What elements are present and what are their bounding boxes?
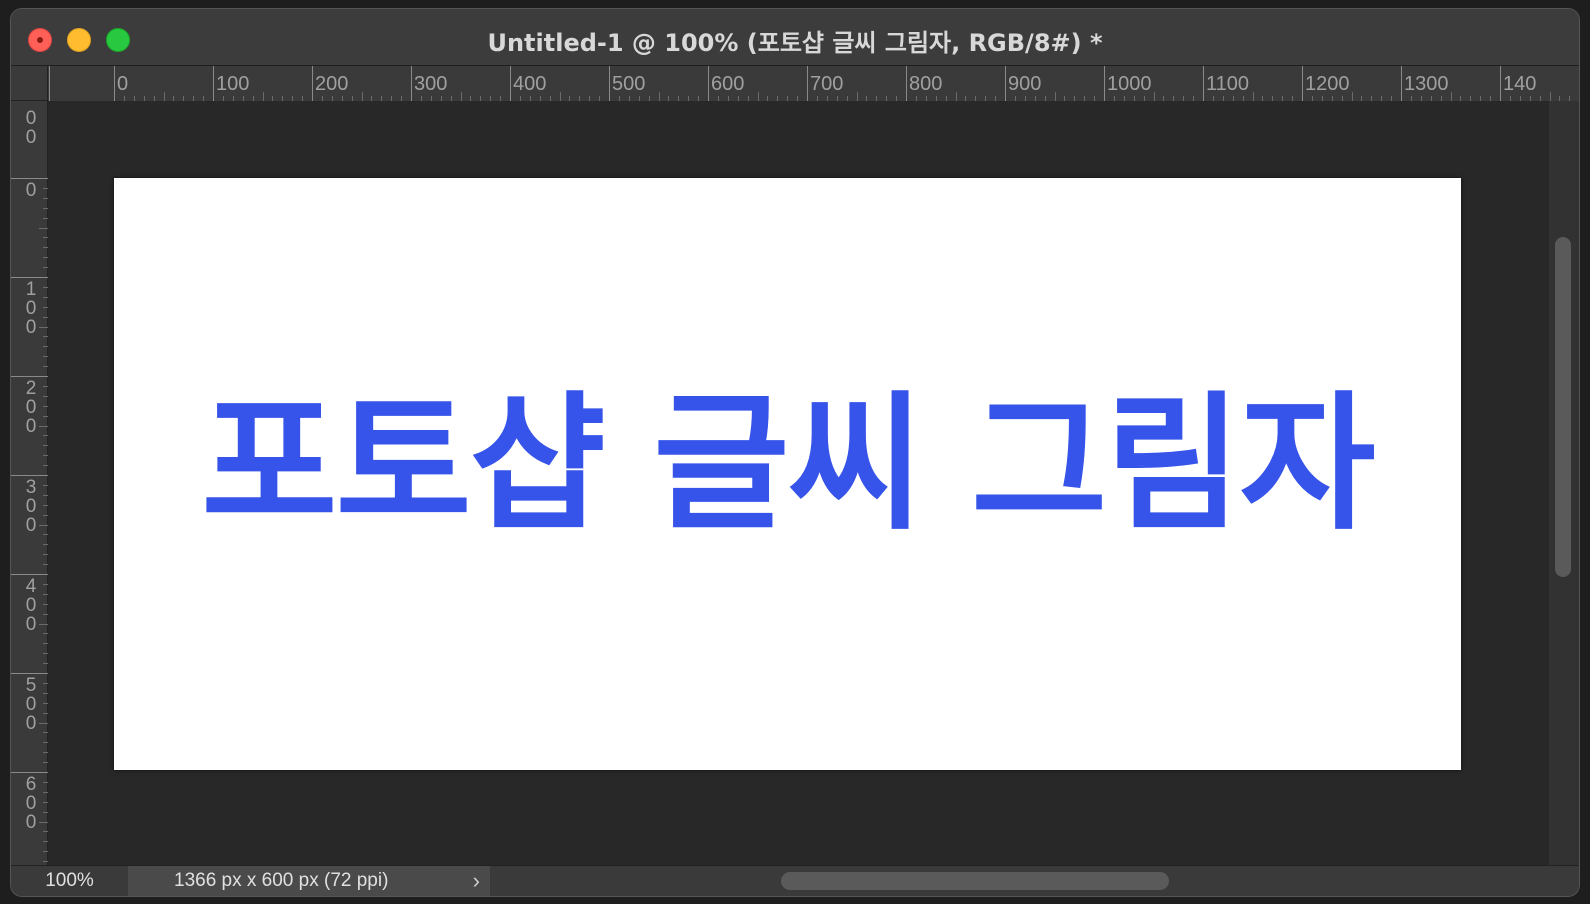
ruler-minor-tick [460,92,462,101]
ruler-minor-tick [39,623,48,625]
ruler-minor-tick [39,227,48,229]
ruler-major-tick [1104,66,1105,101]
ruler-minor-tick [39,425,48,427]
ruler-minor-tick [39,524,48,526]
ruler-major-tick [49,66,50,101]
ruler-label: 900 [1008,73,1042,95]
ruler-label: 1200 [1305,73,1350,95]
zoom-level[interactable]: 100% [11,866,128,896]
ruler-minor-tick [1579,96,1580,101]
ruler-label: 00 [25,108,37,148]
ruler-label: 1000 [1107,73,1152,95]
ruler-label: 400 [25,576,37,635]
ruler-label: 100 [216,73,250,95]
ruler-major-tick [906,66,907,101]
ruler-major-tick [11,376,48,377]
ruler-minor-tick [163,92,165,101]
ruler-label: 800 [909,73,943,95]
ruler-major-tick [213,66,214,101]
ruler-minor-tick [955,92,957,101]
ruler-major-tick [11,772,48,773]
ruler-major-tick [411,66,412,101]
ruler-major-tick [1203,66,1204,101]
ruler-minor-tick [1153,92,1155,101]
ruler-major-tick [11,475,48,476]
status-bar: 100% 1366 px x 600 px (72 ppi) › [11,865,1579,896]
ruler-label: 1300 [1404,73,1449,95]
ruler-major-tick [11,277,48,278]
ruler-minor-tick [1054,92,1056,101]
ruler-major-tick [1302,66,1303,101]
ruler-minor-tick [39,326,48,328]
horizontal-scrollbar[interactable] [491,866,1549,896]
title-bar[interactable]: Untitled-1 @ 100% (포토샵 글씨 그림자, RGB/8#) * [11,9,1579,66]
chevron-right-icon[interactable]: › [473,866,480,896]
ruler-label: 1100 [1206,73,1250,95]
ruler-minor-tick [658,92,660,101]
document-window: Untitled-1 @ 100% (포토샵 글씨 그림자, RGB/8#) *… [10,8,1580,897]
ruler-major-tick [114,66,115,101]
vertical-ruler[interactable]: 0 100 200 300 400 500 600 00 [11,101,48,866]
ruler-minor-tick [757,92,759,101]
document-canvas[interactable]: 포토샵 글씨 그림자 [114,178,1461,770]
ruler-label: 100 [25,279,37,338]
ruler-label: 500 [25,675,37,734]
ruler-minor-tick [1450,92,1452,101]
ruler-corner[interactable] [11,66,48,101]
ruler-minor-tick [1351,92,1353,101]
ruler-major-tick [510,66,511,101]
ruler-minor-tick [39,821,48,823]
ruler-minor-tick [856,92,858,101]
ruler-major-tick [1401,66,1402,101]
ruler-minor-tick [1549,92,1551,101]
ruler-label: 300 [25,477,37,536]
ruler-minor-tick [559,92,561,101]
ruler-label: 200 [25,378,37,437]
ruler-minor-tick [39,722,48,724]
ruler-major-tick [708,66,709,101]
vertical-scrollbar[interactable] [1549,101,1579,866]
ruler-major-tick [11,178,48,179]
ruler-label: 600 [25,774,37,833]
text-layer[interactable]: 포토샵 글씨 그림자 [114,384,1461,544]
document-info[interactable]: 1366 px x 600 px (72 ppi) › [128,866,490,896]
horizontal-ruler[interactable]: 0 100 200 300 400 500 600 700 800 900 1000 1100 1200… [48,66,1579,102]
ruler-label: 300 [414,73,448,95]
window-title: Untitled-1 @ 100% (포토샵 글씨 그림자, RGB/8#) * [487,29,1103,57]
ruler-label: 400 [513,73,547,95]
ruler-major-tick [609,66,610,101]
ruler-label: 700 [810,73,844,95]
ruler-label: 0 [117,73,129,95]
ruler-label: 140 [1503,73,1537,95]
ruler-minor-tick [361,92,363,101]
vertical-scroll-thumb[interactable] [1555,237,1571,577]
horizontal-scroll-thumb[interactable] [781,872,1169,890]
ruler-major-tick [11,574,48,575]
document-info-text: 1366 px x 600 px (72 ppi) [174,870,389,891]
ruler-major-tick [1500,66,1501,101]
ruler-label: 600 [711,73,745,95]
ruler-label: 500 [612,73,646,95]
ruler-label: 200 [315,73,349,95]
canvas-area[interactable]: 포토샵 글씨 그림자 [48,101,1549,866]
ruler-minor-tick [262,92,264,101]
ruler-label: 0 [25,180,37,201]
ruler-major-tick [1005,66,1006,101]
ruler-major-tick [807,66,808,101]
ruler-major-tick [11,673,48,674]
ruler-minor-tick [1252,92,1254,101]
ruler-major-tick [312,66,313,101]
